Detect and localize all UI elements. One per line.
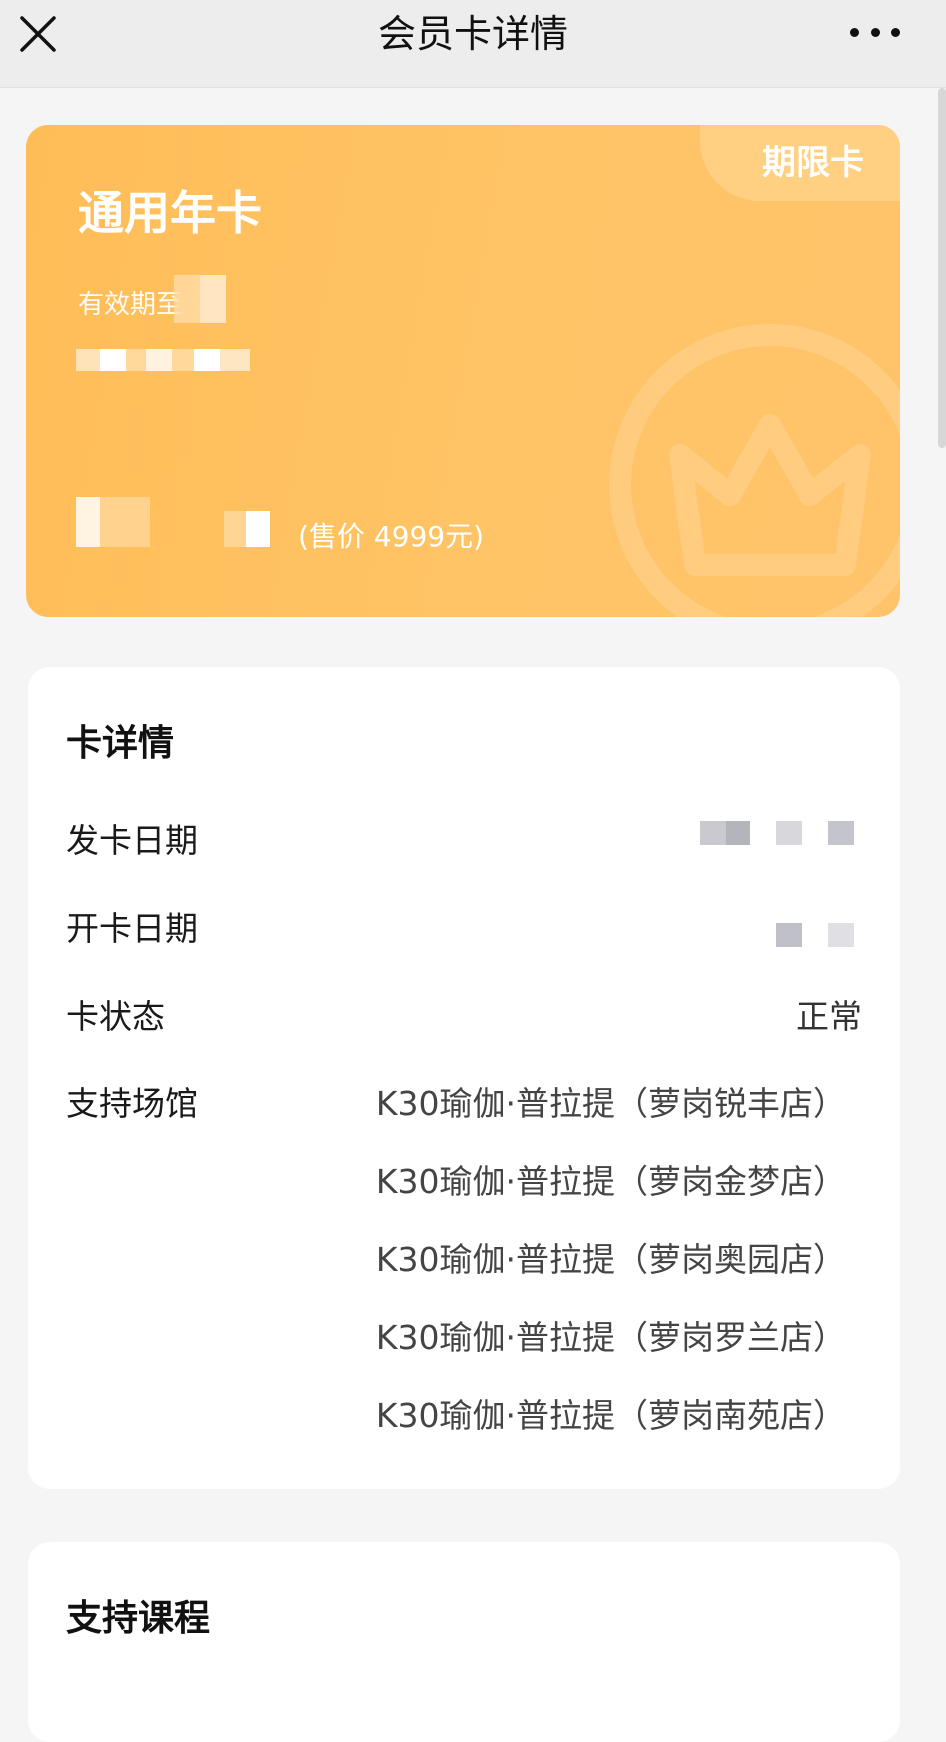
venue-item: K30瑜伽·普拉提（萝岗金梦店）	[375, 1162, 846, 1201]
issue-date-label: 发卡日期	[66, 821, 198, 860]
redacted-expiry-fragment	[174, 275, 226, 323]
redacted-activation-date	[776, 923, 854, 947]
supported-courses-panel: 支持课程	[28, 1542, 900, 1742]
venue-item: K30瑜伽·普拉提（萝岗南苑店）	[375, 1396, 846, 1435]
redacted-card-value-2	[224, 511, 270, 547]
scrollbar[interactable]	[938, 88, 946, 448]
crown-icon	[609, 324, 900, 617]
card-type-badge: 期限卡	[700, 125, 900, 201]
redacted-expiry-date	[76, 349, 250, 371]
card-status-label: 卡状态	[66, 997, 165, 1036]
activation-date-label: 开卡日期	[66, 909, 198, 948]
redacted-issue-date	[700, 821, 854, 845]
venue-item: K30瑜伽·普拉提（萝岗锐丰店）	[375, 1084, 846, 1123]
supported-courses-title: 支持课程	[66, 1598, 211, 1639]
more-dot	[870, 27, 880, 37]
membership-card[interactable]: 期限卡 通用年卡 有效期至 (售价 4999元)	[26, 125, 900, 617]
page-title: 会员卡详情	[377, 12, 568, 56]
card-details-panel: 卡详情 发卡日期 开卡日期 卡状态 正常 支持场馆 K30瑜伽·普拉提（萝岗锐丰…	[28, 667, 900, 1489]
supported-venues-label: 支持场馆	[66, 1084, 198, 1123]
more-dot	[850, 27, 859, 37]
more-dot	[891, 27, 900, 37]
redacted-card-value	[76, 497, 150, 547]
more-icon[interactable]	[850, 20, 900, 44]
venue-item: K30瑜伽·普拉提（萝岗奥园店）	[375, 1240, 846, 1279]
expiry-label: 有效期至	[78, 290, 183, 320]
card-details-title: 卡详情	[66, 723, 175, 764]
venue-item: K30瑜伽·普拉提（萝岗罗兰店）	[375, 1318, 846, 1357]
card-price: (售价 4999元)	[298, 520, 485, 553]
card-status-value: 正常	[796, 997, 862, 1036]
card-title: 通用年卡	[78, 186, 262, 240]
nav-bar: 会员卡详情	[0, 0, 946, 88]
